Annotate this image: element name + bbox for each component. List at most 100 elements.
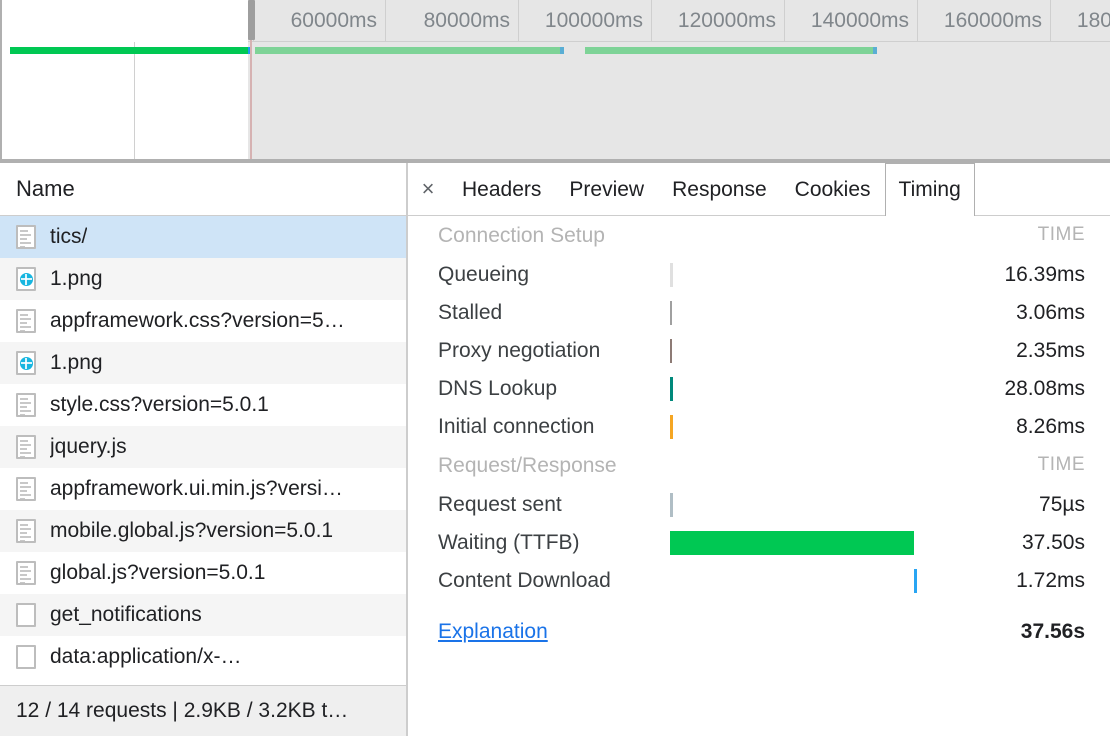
document-icon	[16, 519, 36, 543]
timing-time-column-header: TIME	[1037, 454, 1085, 475]
secondary-request-bar-2	[585, 47, 876, 54]
ruler-tick-label: 100000ms	[544, 9, 643, 32]
timing-total-value: 37.56s	[1020, 620, 1085, 643]
timing-row: Queueing 16.39ms	[408, 256, 1110, 294]
network-overview-timeline[interactable]: 20000ms40000ms60000ms80000ms100000ms1200…	[0, 0, 1110, 163]
timing-row-value: 28.08ms	[1004, 377, 1085, 400]
timing-bar	[670, 377, 673, 401]
ruler-tick-label: 160000ms	[943, 9, 1042, 32]
request-row[interactable]: get_notifications	[0, 594, 406, 636]
timing-bar-track	[670, 370, 950, 408]
timing-row-label: Queueing	[438, 263, 530, 286]
request-name: 1.png	[50, 267, 103, 290]
timeline-selection-window[interactable]	[2, 0, 248, 161]
timing-bar-track	[670, 524, 950, 562]
timing-row-label: Waiting (TTFB)	[438, 531, 580, 554]
request-row[interactable]: 1.png	[0, 258, 406, 300]
timing-bar-track	[670, 294, 950, 332]
tab-timing[interactable]: Timing	[884, 163, 975, 216]
timing-bar	[670, 531, 914, 555]
timing-bar	[670, 301, 672, 325]
ruler-tick: 60000ms	[254, 0, 386, 42]
request-list-pane: Name tics/1.png appframework.css?version=…	[0, 163, 406, 736]
timeline-resize-handle[interactable]	[248, 0, 255, 40]
timing-row: Initial connection 8.26ms	[408, 408, 1110, 446]
detail-tabbar: × Headers Preview Response Cookies Timing	[408, 163, 1110, 216]
ruler-tick-label: 180000ms	[1076, 9, 1110, 32]
timing-bar	[670, 339, 672, 363]
request-row[interactable]: style.css?version=5.0.1	[0, 384, 406, 426]
request-name: 1.png	[50, 351, 103, 374]
explanation-link[interactable]: Explanation	[438, 620, 548, 644]
request-row[interactable]: 1.png	[0, 342, 406, 384]
image-icon	[16, 351, 36, 375]
request-row[interactable]: appframework.css?version=5…	[0, 300, 406, 342]
tab-response[interactable]: Response	[658, 163, 781, 215]
ruler-tick-label: 60000ms	[290, 9, 377, 32]
timeline-selection-marker	[250, 40, 252, 161]
request-row[interactable]: data:application/x-…	[0, 636, 406, 678]
timing-section-title: Connection Setup	[438, 224, 605, 247]
request-row[interactable]: appframework.ui.min.js?versi…	[0, 468, 406, 510]
request-row[interactable]: mobile.global.js?version=5.0.1	[0, 510, 406, 552]
document-icon	[16, 477, 36, 501]
timing-row-label: Content Download	[438, 569, 611, 592]
tab-preview[interactable]: Preview	[555, 163, 658, 215]
close-icon[interactable]: ×	[408, 163, 448, 215]
document-icon	[16, 561, 36, 585]
timing-bar-track	[670, 408, 950, 446]
blank-document-icon	[16, 645, 36, 669]
ruler-tick: 160000ms	[918, 0, 1051, 42]
timing-bar	[914, 569, 917, 593]
timing-row: Waiting (TTFB) 37.50s	[408, 524, 1110, 562]
ruler-tick: 100000ms	[519, 0, 652, 42]
timing-row-value: 3.06ms	[1016, 301, 1085, 324]
timing-section-title: Request/Response	[438, 454, 617, 477]
detail-tabs: Headers Preview Response Cookies Timing	[448, 163, 975, 216]
timing-row: Request sent 75µs	[408, 486, 1110, 524]
request-list-header: Name	[0, 163, 406, 216]
ruler-tick: 140000ms	[785, 0, 918, 42]
timing-row: Content Download 1.72ms	[408, 562, 1110, 600]
ruler-tick-label: 120000ms	[677, 9, 776, 32]
blank-document-icon	[16, 603, 36, 627]
timing-row-value: 1.72ms	[1016, 569, 1085, 592]
secondary-request-cap-2	[873, 47, 877, 54]
timeline-bottom-border	[0, 159, 1110, 161]
secondary-request-cap-1	[560, 47, 564, 54]
timing-bar	[670, 493, 673, 517]
request-row[interactable]: global.js?version=5.0.1	[0, 552, 406, 594]
timing-row-value: 37.50s	[1021, 531, 1085, 554]
ruler-tick: 120000ms	[652, 0, 785, 42]
tab-headers[interactable]: Headers	[448, 163, 555, 215]
timing-row-label: DNS Lookup	[438, 377, 558, 400]
request-name: global.js?version=5.0.1	[50, 561, 266, 584]
timing-bar-track	[670, 486, 950, 524]
ruler-tick-label: 80000ms	[423, 9, 510, 32]
request-row[interactable]: tics/	[0, 216, 406, 258]
timeline-window-divider	[134, 42, 135, 161]
request-name: mobile.global.js?version=5.0.1	[50, 519, 334, 542]
timing-row-label: Stalled	[438, 301, 503, 324]
document-icon	[16, 309, 36, 333]
request-row[interactable]: jquery.js	[0, 426, 406, 468]
timing-row-value: 16.39ms	[1004, 263, 1085, 286]
timing-bar-track	[670, 562, 950, 600]
column-header-name[interactable]: Name	[16, 176, 75, 202]
timing-row: DNS Lookup 28.08ms	[408, 370, 1110, 408]
ruler-tick-label: 140000ms	[810, 9, 909, 32]
timing-bar	[670, 263, 673, 287]
timeline-selection-left-edge[interactable]	[0, 0, 2, 161]
timing-total-row: Explanation 37.56s	[408, 612, 1110, 658]
request-summary-statusbar: 12 / 14 requests | 2.9KB / 3.2KB t…	[0, 685, 406, 736]
request-name: get_notifications	[50, 603, 202, 626]
timing-section-header: Connection Setup TIME	[408, 216, 1110, 256]
ruler-tick: 180000ms	[1051, 0, 1110, 42]
tab-cookies[interactable]: Cookies	[781, 163, 885, 215]
timing-bar-track	[670, 332, 950, 370]
timing-row-value: 2.35ms	[1016, 339, 1085, 362]
request-detail-pane: × Headers Preview Response Cookies Timing Co…	[408, 163, 1110, 736]
document-icon	[16, 393, 36, 417]
timing-section-header: Request/Response TIME	[408, 446, 1110, 486]
timing-time-column-header: TIME	[1037, 224, 1085, 245]
